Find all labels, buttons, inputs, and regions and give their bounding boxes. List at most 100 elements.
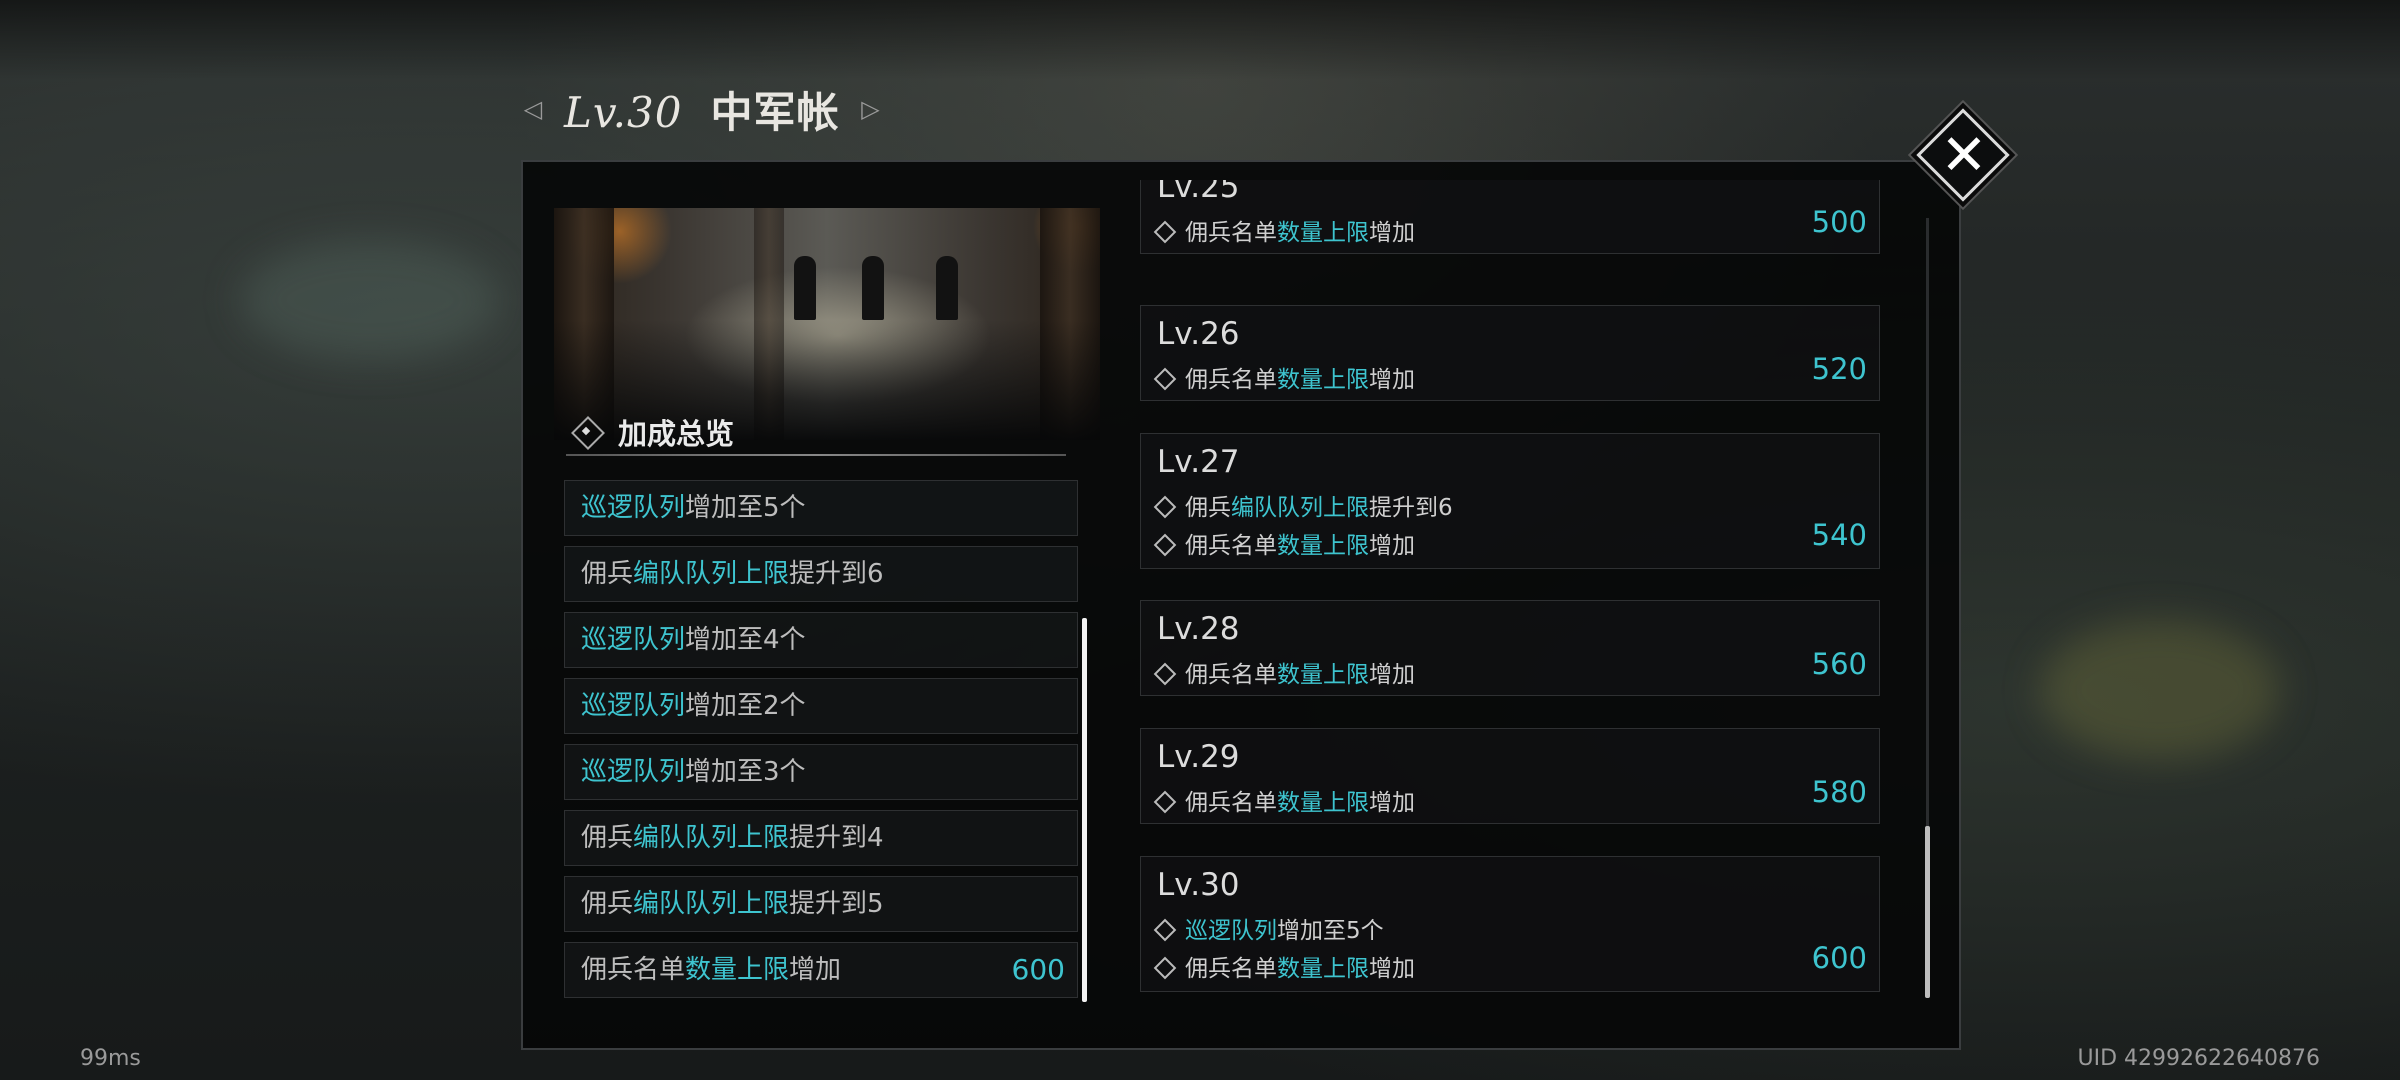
diamond-bullet-icon — [1153, 918, 1177, 941]
next-arrow-icon[interactable]: ▷ — [857, 96, 883, 122]
line-highlight: 编队队列上限 — [1231, 495, 1369, 521]
level-number: Lv.28 — [1157, 611, 1240, 647]
level-number: Lv.29 — [1157, 739, 1240, 775]
item-text: 提升到5 — [789, 889, 884, 919]
uid-label: UID 42992622640876 — [2077, 1046, 2320, 1071]
line-text: 佣兵名单 — [1185, 220, 1277, 246]
item-text: 增加至4个 — [685, 625, 806, 655]
line-text: 增加至5个 — [1277, 918, 1384, 944]
diamond-bullet-icon — [1153, 790, 1177, 813]
level-value: 600 — [1811, 941, 1867, 975]
background-scene-light — [2040, 620, 2280, 760]
item-highlight: 数量上限 — [685, 955, 790, 985]
level-value: 500 — [1811, 205, 1867, 239]
level-card[interactable]: Lv.28 佣兵名单数量上限增加 560 — [1140, 600, 1880, 696]
item-text: 佣兵 — [581, 559, 634, 589]
line-highlight: 数量上限 — [1277, 662, 1369, 688]
level-number: Lv.25 — [1157, 180, 1240, 205]
level-value: 560 — [1811, 647, 1867, 681]
line-text: 增加 — [1369, 367, 1415, 393]
summary-item[interactable]: 佣兵编队队列上限提升到6 — [564, 546, 1078, 602]
title-bar: ◁ Lv.30 中军帐 ▷ — [520, 78, 883, 140]
level-list[interactable]: Lv.25 佣兵名单数量上限增加 500 Lv.26 佣兵名单数量上限增加 520 Lv.2… — [1140, 180, 1880, 995]
summary-divider — [566, 454, 1066, 456]
item-text: 增加至2个 — [685, 691, 806, 721]
summary-list[interactable]: 巡逻队列增加至5个 佣兵编队队列上限提升到6 巡逻队列增加至4个 巡逻队列增加至2个巡… — [564, 480, 1078, 1008]
diamond-icon — [568, 417, 608, 447]
background-top-bar — [0, 0, 2400, 80]
line-text: 增加 — [1369, 533, 1415, 559]
building-image — [554, 208, 1100, 440]
level-bonus-line: 佣兵编队队列上限提升到6 — [1153, 488, 1453, 522]
summary-item[interactable]: 巡逻队列增加至4个 — [564, 612, 1078, 668]
level-bonus-line: 巡逻队列增加至5个 — [1153, 911, 1384, 945]
line-text: 佣兵名单 — [1185, 367, 1277, 393]
diamond-bullet-icon — [1153, 956, 1177, 979]
level-value: 580 — [1811, 775, 1867, 809]
level-card[interactable]: Lv.26 佣兵名单数量上限增加 520 — [1140, 305, 1880, 401]
line-highlight: 数量上限 — [1277, 220, 1369, 246]
item-value: 600 — [1011, 953, 1065, 986]
line-highlight: 数量上限 — [1277, 790, 1369, 816]
item-highlight: 巡逻队列 — [581, 691, 686, 721]
line-highlight: 巡逻队列 — [1185, 918, 1277, 944]
level-bonus-line: 佣兵名单数量上限增加 — [1153, 783, 1415, 817]
level-bonus-line: 佣兵名单数量上限增加 — [1153, 526, 1415, 560]
diamond-bullet-icon — [1153, 220, 1177, 243]
item-text: 提升到6 — [789, 559, 884, 589]
item-text: 佣兵名单 — [581, 955, 686, 985]
summary-item[interactable]: 佣兵编队队列上限提升到4 — [564, 810, 1078, 866]
building-name: 中军帐 — [710, 87, 840, 137]
level-number: Lv.27 — [1157, 444, 1240, 480]
level-bonus-line: 佣兵名单数量上限增加 — [1153, 360, 1415, 394]
level-number: Lv.26 — [1157, 316, 1240, 352]
line-highlight: 数量上限 — [1277, 533, 1369, 559]
summary-item[interactable]: 佣兵编队队列上限提升到5 — [564, 876, 1078, 932]
background-scene — [240, 240, 500, 360]
line-text: 增加 — [1369, 790, 1415, 816]
item-highlight: 编队队列上限 — [633, 559, 790, 589]
summary-item[interactable]: 巡逻队列增加至5个 — [564, 480, 1078, 536]
level-value: 520 — [1811, 352, 1867, 386]
prev-arrow-icon[interactable]: ◁ — [520, 96, 546, 122]
level-value: 540 — [1811, 518, 1867, 552]
item-text: 增加至5个 — [685, 493, 806, 523]
close-icon: ✕ — [1940, 123, 1988, 188]
item-text: 增加 — [789, 955, 842, 985]
diamond-bullet-icon — [1153, 533, 1177, 556]
item-text: 佣兵 — [581, 823, 634, 853]
close-button[interactable]: ✕ — [1916, 108, 2012, 204]
level-scrollbar[interactable] — [1925, 826, 1930, 998]
summary-header: 加成总览 — [568, 410, 734, 454]
level-number: Lv.30 — [1157, 867, 1240, 903]
line-highlight: 数量上限 — [1277, 956, 1369, 982]
level-bonus-line: 佣兵名单数量上限增加 — [1153, 213, 1415, 247]
level-card[interactable]: Lv.30 巡逻队列增加至5个 佣兵名单数量上限增加 600 — [1140, 856, 1880, 992]
summary-item[interactable]: 佣兵名单数量上限增加 600 — [564, 942, 1078, 998]
line-text: 佣兵名单 — [1185, 662, 1277, 688]
level-card[interactable]: Lv.27 佣兵编队队列上限提升到6 佣兵名单数量上限增加 540 — [1140, 433, 1880, 569]
ping-label: 99ms — [80, 1046, 141, 1071]
line-text: 增加 — [1369, 956, 1415, 982]
item-highlight: 巡逻队列 — [581, 493, 686, 523]
level-card[interactable]: Lv.25 佣兵名单数量上限增加 500 — [1140, 180, 1880, 254]
item-text: 增加至3个 — [685, 757, 806, 787]
line-text: 提升到6 — [1369, 495, 1453, 521]
summary-scrollbar[interactable] — [1082, 618, 1087, 1002]
summary-item[interactable]: 巡逻队列增加至3个 — [564, 744, 1078, 800]
level-label: Lv.30 — [564, 87, 683, 137]
item-highlight: 编队队列上限 — [633, 823, 790, 853]
summary-title: 加成总览 — [618, 417, 735, 451]
summary-item[interactable]: 巡逻队列增加至2个 — [564, 678, 1078, 734]
page-title: Lv.30 中军帐 — [564, 79, 839, 140]
diamond-bullet-icon — [1153, 662, 1177, 685]
item-text: 提升到4 — [789, 823, 884, 853]
level-card[interactable]: Lv.29 佣兵名单数量上限增加 580 — [1140, 728, 1880, 824]
line-highlight: 数量上限 — [1277, 367, 1369, 393]
line-text: 佣兵名单 — [1185, 790, 1277, 816]
item-highlight: 巡逻队列 — [581, 757, 686, 787]
diamond-bullet-icon — [1153, 495, 1177, 518]
level-bonus-line: 佣兵名单数量上限增加 — [1153, 949, 1415, 983]
level-bonus-line: 佣兵名单数量上限增加 — [1153, 655, 1415, 689]
item-highlight: 巡逻队列 — [581, 625, 686, 655]
